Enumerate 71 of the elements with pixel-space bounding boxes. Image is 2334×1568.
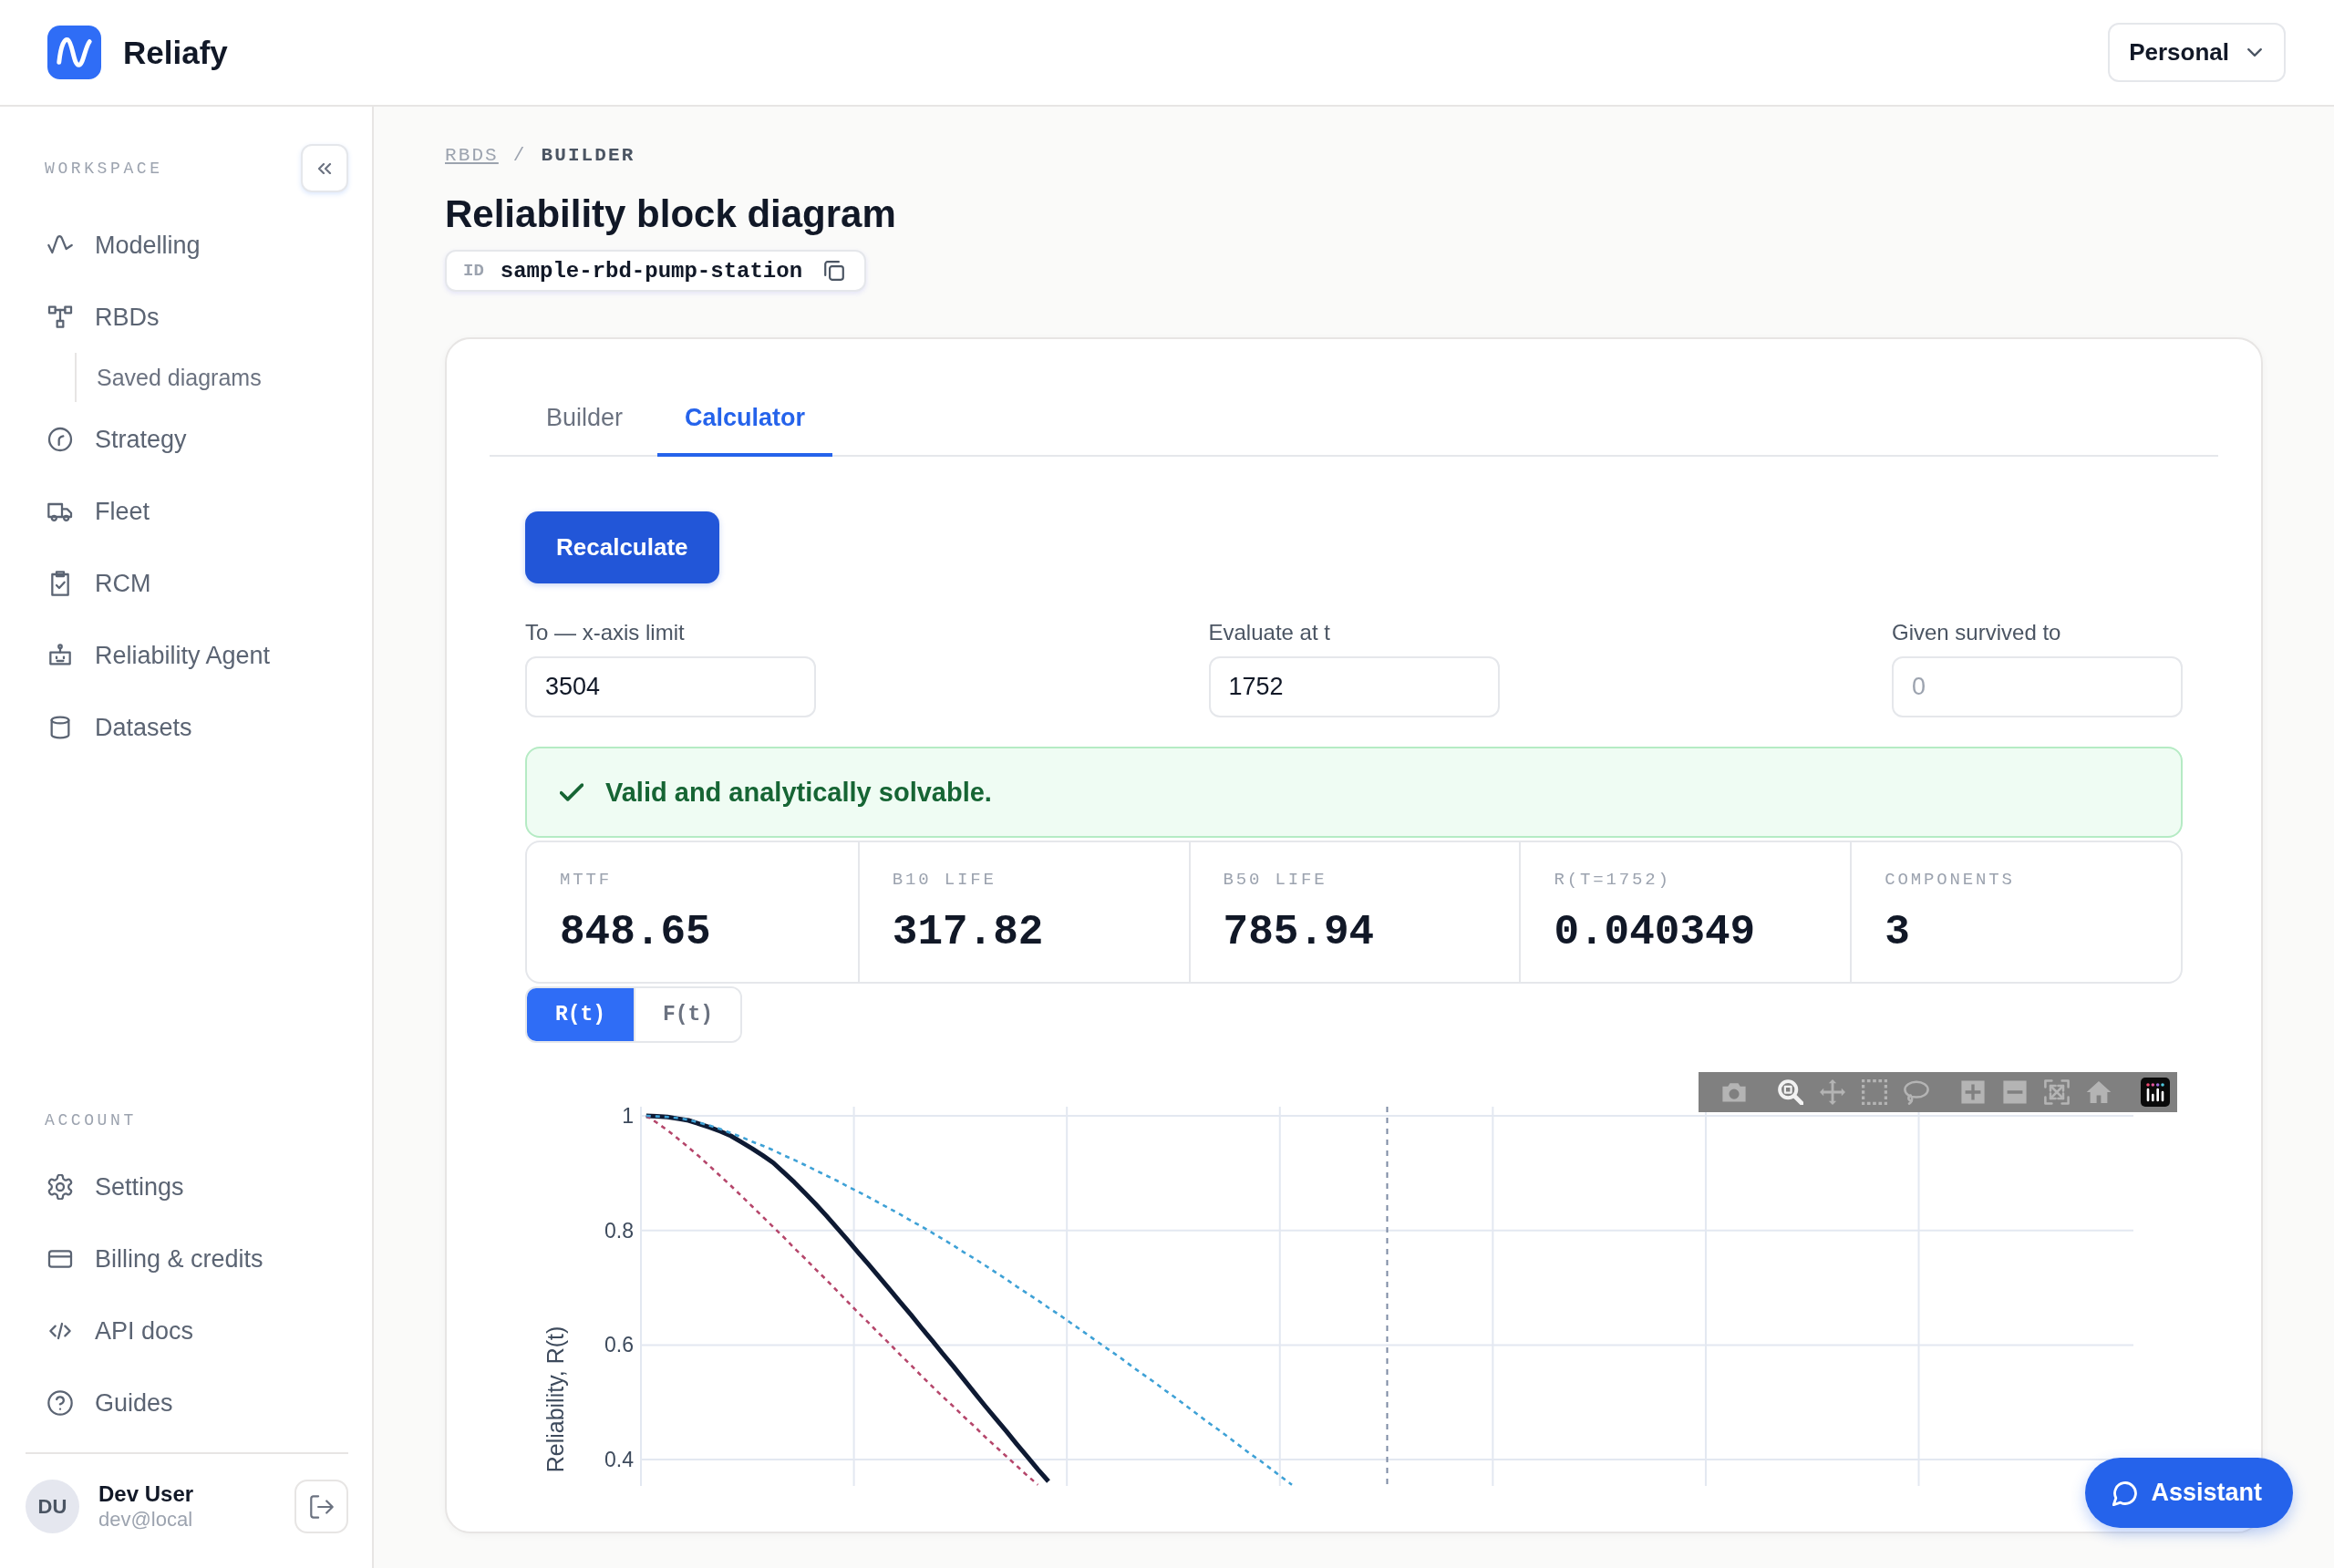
metric-value: 848.65 xyxy=(560,909,711,956)
field-label: To — x-axis limit xyxy=(525,621,685,645)
nav-item[interactable]: RBDs xyxy=(26,288,160,346)
tab[interactable]: Builder xyxy=(519,383,651,457)
double-chevron-left-icon xyxy=(317,162,332,174)
logo-icon xyxy=(47,26,101,79)
breadcrumb-separator: / xyxy=(512,145,527,167)
chevron-down-icon xyxy=(2247,48,2262,57)
section-heading: WORKSPACE xyxy=(45,159,163,178)
status-message: Valid and analytically solvable. xyxy=(605,777,992,808)
axis-tick-label: 1 xyxy=(622,1104,634,1128)
user-email: dev@local xyxy=(98,1507,193,1532)
axis-tick-label: 0.6 xyxy=(604,1333,634,1357)
check-icon xyxy=(560,783,584,801)
user-name: Dev User xyxy=(98,1480,194,1508)
input-field[interactable]: 1752 xyxy=(1208,656,1500,717)
id-label: ID xyxy=(463,261,484,281)
nav-item[interactable]: Billing & credits xyxy=(26,1230,263,1288)
bar-logo-icon[interactable] xyxy=(2141,1078,2170,1107)
nav-item[interactable]: RCM xyxy=(26,554,151,613)
copy-icon[interactable] xyxy=(824,261,845,281)
input-field[interactable]: 0 xyxy=(1892,656,2183,717)
metric-label: B10 LIFE xyxy=(892,871,997,889)
axis-tick-label: 0.8 xyxy=(604,1218,634,1243)
breadcrumb-current: BUILDER xyxy=(541,145,635,167)
axis-title: Reliability, R(t) xyxy=(542,1326,568,1473)
section-heading: ACCOUNT xyxy=(45,1111,137,1130)
nav-item[interactable]: Strategy xyxy=(26,410,187,469)
metric-label: COMPONENTS xyxy=(1885,871,2015,889)
nav-item[interactable]: Settings xyxy=(26,1158,184,1216)
page-title: Reliability block diagram xyxy=(445,191,896,237)
assistant-button[interactable]: Assistant xyxy=(2085,1458,2293,1528)
nav-item[interactable]: Guides xyxy=(26,1374,173,1432)
metric-label: B50 LIFE xyxy=(1223,871,1327,889)
field-label: Evaluate at t xyxy=(1208,621,1330,645)
collapse-button[interactable] xyxy=(301,144,348,192)
metric-value: 785.94 xyxy=(1223,909,1375,956)
tab[interactable]: Calculator xyxy=(657,383,833,457)
nav-item[interactable]: Reliability Agent xyxy=(26,626,271,685)
metric-value: 3 xyxy=(1885,909,1910,956)
help-icon xyxy=(47,1390,73,1416)
nav-item[interactable]: Fleet xyxy=(26,482,150,541)
move-arrows-icon[interactable] xyxy=(1820,1079,1845,1105)
settings-icon xyxy=(47,1174,73,1200)
toggle-button[interactable]: R(t) xyxy=(527,988,634,1041)
account-switcher[interactable]: Personal xyxy=(2108,23,2286,82)
nav-item[interactable]: API docs xyxy=(26,1302,194,1360)
gauge-icon xyxy=(47,427,73,452)
nav-item[interactable]: Modelling xyxy=(26,216,201,274)
id-value: sample-rbd-pump-station xyxy=(500,258,803,284)
logout-icon xyxy=(309,1494,334,1519)
nav-subitem[interactable]: Saved diagrams xyxy=(77,353,262,402)
home-icon[interactable] xyxy=(2086,1079,2112,1105)
brand-name: Reliafy xyxy=(123,34,228,71)
lasso-icon[interactable] xyxy=(1904,1079,1929,1105)
axis-tick-label: 0.4 xyxy=(604,1448,634,1472)
avatar: DU xyxy=(26,1480,79,1533)
nav-item[interactable]: Datasets xyxy=(26,698,192,757)
expand-arrows-icon[interactable] xyxy=(2044,1079,2070,1105)
recalculate-button[interactable]: Recalculate xyxy=(525,511,719,583)
toggle-button[interactable]: F(t) xyxy=(634,988,740,1041)
metric-value: 0.040349 xyxy=(1554,909,1756,956)
logout-button[interactable] xyxy=(294,1480,348,1533)
zoom-icon[interactable] xyxy=(1778,1079,1803,1105)
metric-label: R(T=1752) xyxy=(1554,871,1671,889)
metric-value: 317.82 xyxy=(892,909,1044,956)
input-field[interactable]: 3504 xyxy=(525,656,816,717)
field-label: Given survived to xyxy=(1892,621,2061,645)
chat-bubble-icon xyxy=(2112,1480,2139,1506)
metric-label: MTTF xyxy=(560,871,612,889)
blocks-icon xyxy=(47,304,73,330)
